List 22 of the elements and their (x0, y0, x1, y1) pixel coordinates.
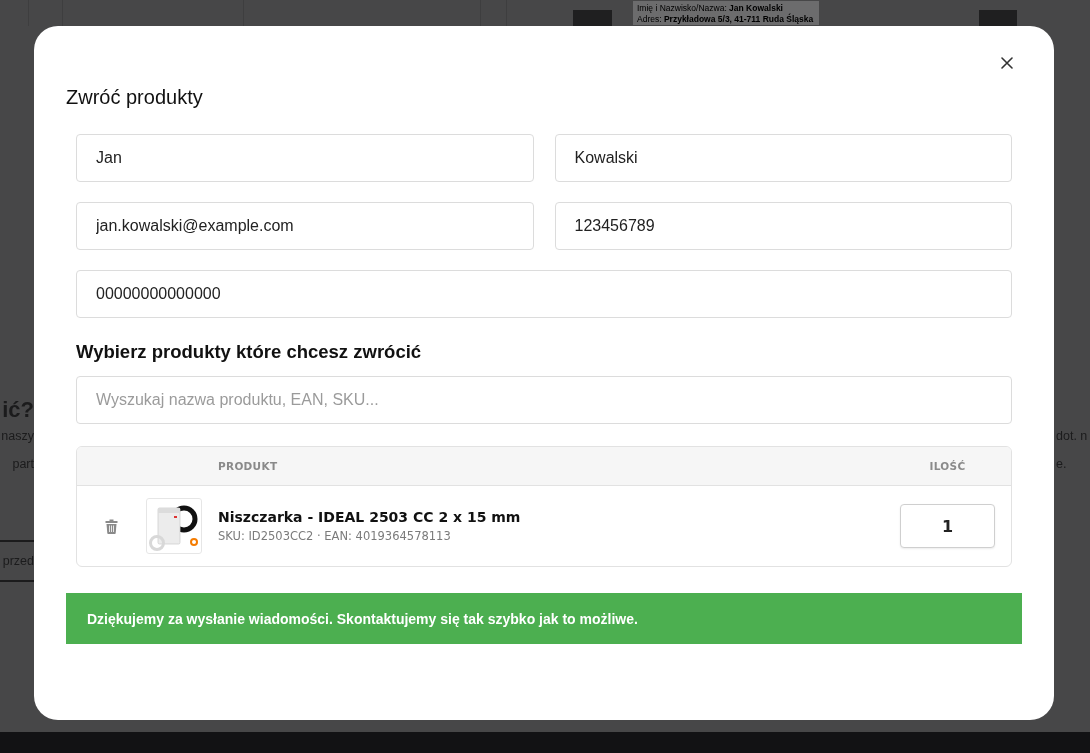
input-field[interactable]: 123456789 (554, 202, 1012, 250)
search-field[interactable]: Wyszukaj nazwa produktu, EAN, SKU... (76, 376, 1012, 424)
image-placeholder (573, 10, 612, 26)
input-field[interactable]: jan.kowalski@example.com (76, 202, 534, 250)
document-line: Adres: Przykładowa 5/3, 41-711 Ruda Śląska (637, 14, 814, 25)
product-name: Niszczarka - IDEAL 2503 CC 2 x 15 mm (218, 508, 521, 526)
image-placeholder (979, 10, 1017, 26)
close-icon (1001, 57, 1013, 69)
section-heading: Wybierz produkty które chcesz zwrócić (76, 340, 423, 364)
trash-icon (105, 518, 118, 534)
column-header: ILOŚĆ (929, 460, 966, 472)
dialog-title: Zwróć produkty (66, 85, 204, 109)
delete-button[interactable] (105, 518, 118, 534)
input-field[interactable]: 00000000000000 (76, 270, 1012, 318)
quantity-field[interactable]: 1 (900, 504, 995, 548)
column-header: PRODUKT (218, 460, 278, 472)
shredder-drawing (146, 498, 202, 554)
input-field[interactable]: Jan (76, 134, 534, 182)
product-codes: SKU: ID2503CC2 · EAN: 4019364578113 (218, 528, 451, 544)
document-line: Imię i Nazwisko/Nazwa: Jan Kowalski (637, 3, 783, 14)
input-field[interactable]: Kowalski (554, 134, 1012, 182)
success-banner: Dziękujemy za wysłanie wiadomości. Skontaktujemy się tak szybko jak to możliwe. (66, 593, 1022, 644)
